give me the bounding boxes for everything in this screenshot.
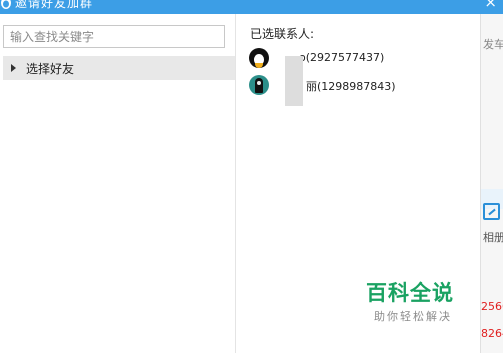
avatar xyxy=(249,75,269,95)
background-window: 发车 相册 2566 8264 xyxy=(480,14,503,353)
privacy-blur xyxy=(285,56,303,106)
selected-contacts-title: 已选联系人: xyxy=(250,27,315,41)
expand-arrow-icon[interactable] xyxy=(11,64,16,72)
bg-number: 2566 xyxy=(481,300,503,313)
selected-contact-item[interactable]: o(2927577437) xyxy=(247,47,477,69)
contact-name: 丽(1298987843) xyxy=(306,80,396,93)
tree-group-label: 选择好友 xyxy=(26,62,75,76)
contact-name: o(2927577437) xyxy=(299,51,385,64)
close-icon[interactable]: × xyxy=(484,0,497,10)
watermark: 百科全说 助你轻松解决 xyxy=(366,277,466,324)
watermark-subtitle: 助你轻松解决 xyxy=(374,310,452,323)
share-icon xyxy=(483,203,500,220)
selected-contact-item[interactable]: 丽(1298987843) xyxy=(247,74,477,96)
watermark-title: 百科全说 xyxy=(366,281,454,305)
bg-text: 相册 xyxy=(483,231,503,244)
qq-group-icon xyxy=(1,0,11,9)
window-title: 邀请好友加群 xyxy=(15,0,94,10)
friend-picker-pane: 选择好友 xyxy=(0,14,236,353)
tree-group-select-friends[interactable]: 选择好友 xyxy=(3,56,235,80)
bg-number: 8264 xyxy=(481,327,503,340)
title-bar: 邀请好友加群 × xyxy=(0,0,503,14)
avatar xyxy=(249,48,269,68)
bg-text: 发车 xyxy=(483,38,503,51)
search-input[interactable] xyxy=(3,25,225,48)
